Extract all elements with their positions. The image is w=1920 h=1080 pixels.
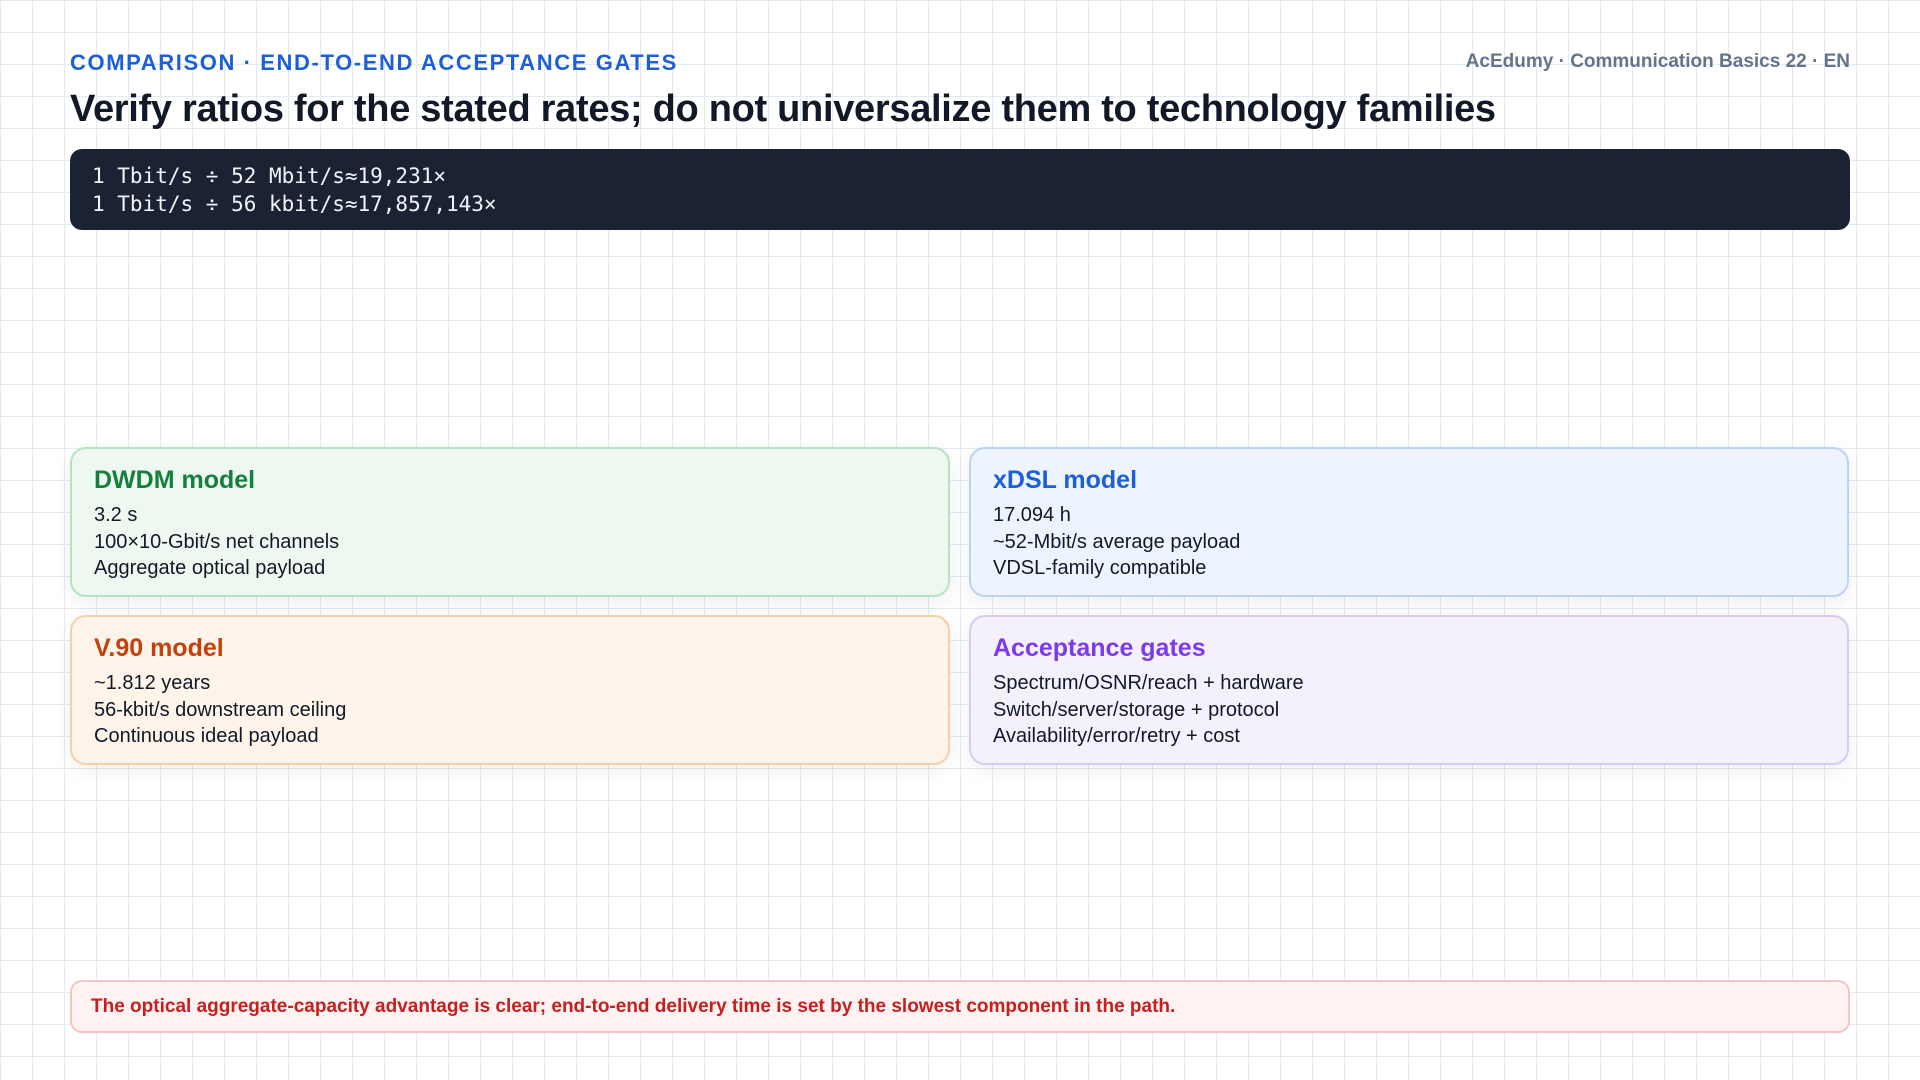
card-acceptance-gates: Acceptance gates Spectrum/OSNR/reach + h… bbox=[969, 615, 1849, 765]
course-brand: AcEdumy · Communication Basics 22 · EN bbox=[1465, 51, 1850, 72]
gate-item: Availability/error/retry + cost bbox=[993, 725, 1240, 747]
card-detail: 100×10-Gbit/s net channels bbox=[94, 530, 340, 553]
card-duration: 3.2 s bbox=[94, 504, 138, 526]
gate-item: Switch/server/storage + protocol bbox=[993, 698, 1280, 721]
card-duration: 17.094 h bbox=[993, 504, 1071, 526]
card-xdsl-model: xDSL model 17.094 h ~52-Mbit/s average p… bbox=[969, 447, 1849, 597]
card-title: Acceptance gates bbox=[993, 634, 1206, 662]
formula-line-v90: 1 Tbit/s ÷ 56 kbit/s≈17,857,143× bbox=[92, 192, 497, 216]
card-detail: Aggregate optical payload bbox=[94, 557, 326, 579]
card-duration: ~1.812 years bbox=[94, 672, 211, 694]
card-title: DWDM model bbox=[94, 466, 256, 494]
card-title: V.90 model bbox=[94, 634, 224, 662]
card-detail: Continuous ideal payload bbox=[94, 725, 319, 747]
card-title: xDSL model bbox=[993, 466, 1138, 494]
card-dwdm-model: DWDM model 3.2 s 100×10-Gbit/s net chann… bbox=[70, 447, 950, 597]
formula-line-xdsl: 1 Tbit/s ÷ 52 Mbit/s≈19,231× bbox=[92, 164, 447, 188]
card-detail: 56-kbit/s downstream ceiling bbox=[94, 698, 347, 721]
ratio-formula-block: 1 Tbit/s ÷ 52 Mbit/s≈19,231× 1 Tbit/s ÷ … bbox=[70, 149, 1850, 230]
gate-item: Spectrum/OSNR/reach + hardware bbox=[993, 672, 1304, 694]
page-title: Verify ratios for the stated rates; do n… bbox=[70, 88, 1496, 130]
card-detail: VDSL-family compatible bbox=[993, 557, 1207, 579]
section-kicker: COMPARISON · END-TO-END ACCEPTANCE GATES bbox=[70, 50, 678, 75]
conclusion-callout: The optical aggregate-capacity advantage… bbox=[70, 980, 1850, 1033]
card-v90-model: V.90 model ~1.812 years 56-kbit/s downst… bbox=[70, 615, 950, 765]
conclusion-text: The optical aggregate-capacity advantage… bbox=[91, 995, 1176, 1017]
card-detail: ~52-Mbit/s average payload bbox=[993, 530, 1241, 553]
